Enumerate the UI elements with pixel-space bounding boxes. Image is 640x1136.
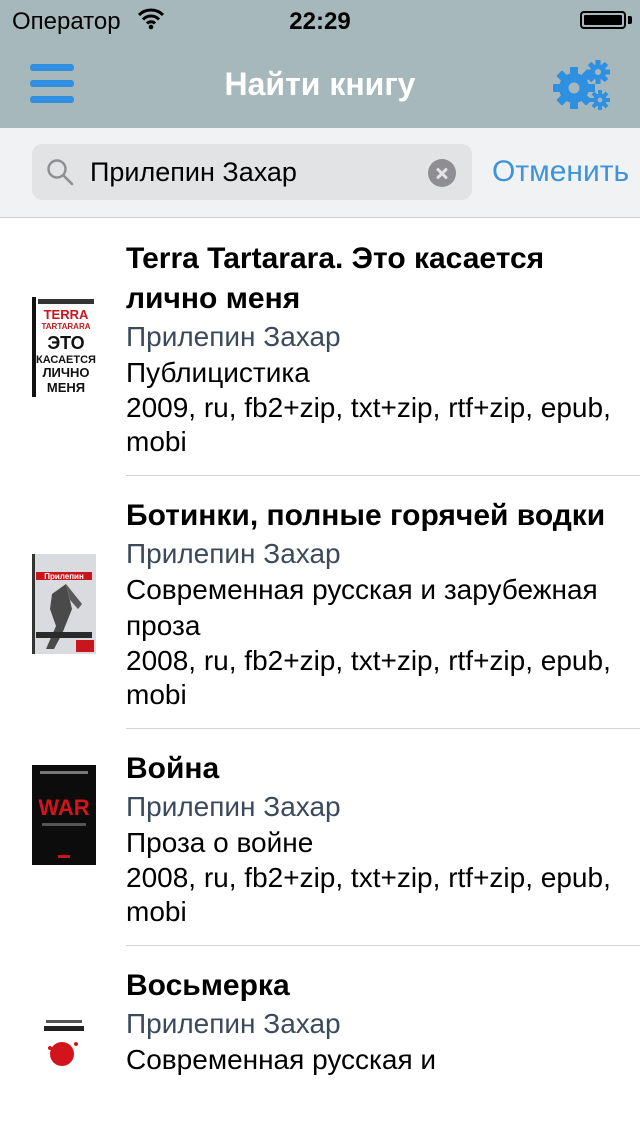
svg-text:ЭТО: ЭТО xyxy=(47,333,84,353)
list-item[interactable]: TERRA TARTARARA ЭТО КАСАЕТСЯ ЛИЧНО МЕНЯ … xyxy=(32,219,640,476)
search-field xyxy=(32,144,472,200)
book-cover: TERRA TARTARARA ЭТО КАСАЕТСЯ ЛИЧНО МЕНЯ xyxy=(32,297,96,397)
book-genre: Публицистика xyxy=(126,357,310,388)
book-formats: 2008, ru, fb2+zip, txt+zip, rtf+zip, epu… xyxy=(126,862,611,927)
book-author: Прилепин Захар xyxy=(126,321,341,352)
book-author: Прилепин Захар xyxy=(126,791,341,822)
header: Оператор 22:29 Найти книгу xyxy=(0,0,640,128)
book-genre: Современная русская и xyxy=(126,1044,437,1075)
battery-icon xyxy=(580,11,626,29)
gear-icon xyxy=(553,60,610,110)
svg-text:ЛИЧНО: ЛИЧНО xyxy=(42,365,89,380)
status-bar: Оператор 22:29 xyxy=(0,0,640,40)
svg-text:WAR: WAR xyxy=(38,795,89,820)
book-cover: WAR xyxy=(32,765,96,865)
search-icon xyxy=(47,159,74,186)
page-title: Найти книгу xyxy=(224,66,416,102)
book-title: Ботинки, полные горячей водки xyxy=(126,499,606,532)
svg-text:Прилепин: Прилепин xyxy=(44,572,84,581)
book-list: TERRA TARTARARA ЭТО КАСАЕТСЯ ЛИЧНО МЕНЯ … xyxy=(0,219,640,1108)
book-cover: Прилепин xyxy=(32,554,96,654)
book-title: Восьмерка xyxy=(126,969,290,1002)
search-bar: Отменить xyxy=(0,128,640,218)
settings-button[interactable] xyxy=(552,58,612,112)
book-title: Terra Tartarara. Это касается лично меня xyxy=(126,242,545,315)
book-cover xyxy=(32,1008,96,1108)
svg-text:МЕНЯ: МЕНЯ xyxy=(47,380,85,395)
svg-text:TERRA: TERRA xyxy=(44,307,89,322)
nav-bar: Найти книгу xyxy=(0,40,640,128)
list-item[interactable]: WAR Война Прилепин Захар Проза о войне 2… xyxy=(32,729,640,946)
book-genre: Проза о войне xyxy=(126,827,314,858)
book-genre: Современная русская и зарубежная проза xyxy=(126,574,598,641)
cancel-button[interactable]: Отменить xyxy=(492,155,629,189)
book-author: Прилепин Захар xyxy=(126,1008,341,1039)
book-formats: 2009, ru, fb2+zip, txt+zip, rtf+zip, epu… xyxy=(126,392,611,457)
book-formats: 2008, ru, fb2+zip, txt+zip, rtf+zip, epu… xyxy=(126,645,611,710)
clear-icon[interactable] xyxy=(428,159,456,187)
search-input[interactable] xyxy=(90,144,420,200)
svg-text:TARTARARA: TARTARARA xyxy=(41,322,90,331)
list-item[interactable]: Прилепин Ботинки, полные горячей водки П… xyxy=(32,476,640,729)
clock: 22:29 xyxy=(289,8,351,35)
battery-tip xyxy=(628,16,632,24)
book-title: Война xyxy=(126,752,220,785)
book-author: Прилепин Захар xyxy=(126,538,341,569)
list-item[interactable]: Восьмерка Прилепин Захар Современная рус… xyxy=(32,946,640,1108)
